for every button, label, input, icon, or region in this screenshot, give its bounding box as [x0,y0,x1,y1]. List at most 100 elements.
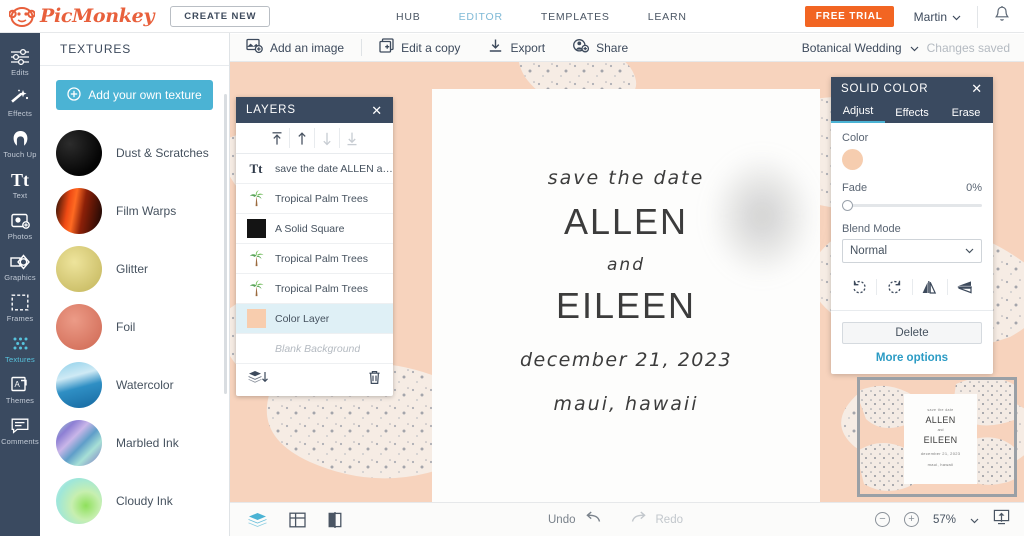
editor-toolbar: Add an image Edit a copy Export Share Bo… [230,34,1024,62]
frame-icon [11,293,29,312]
texture-item-dust-scratches[interactable]: Dust & Scratches [40,124,229,182]
sidebar-item-text[interactable]: Tt Text [0,164,40,205]
solid-color-header: SOLID COLOR ✕ [831,77,993,101]
undo-icon[interactable] [584,510,601,529]
compare-icon[interactable] [328,511,342,528]
texture-swatch [56,420,102,466]
texture-item-partial[interactable] [40,530,229,536]
face-icon [11,129,30,148]
nav-link-learn[interactable]: LEARN [648,11,687,23]
layer-row-blank-background[interactable]: Blank Background [236,334,393,364]
project-name-label[interactable]: Botanical Wedding [802,41,902,55]
arrow-to-top-icon[interactable] [265,128,290,148]
layer-row-palm-3[interactable]: Tropical Palm Trees [236,274,393,304]
user-menu[interactable]: Martin [914,10,961,24]
color-swatch-button[interactable] [842,149,863,170]
chevron-down-icon[interactable] [970,511,979,529]
texture-item-glitter[interactable]: Glitter [40,240,229,298]
sidebar-label-effects: Effects [7,109,33,118]
add-your-own-texture-button[interactable]: Add your own texture [56,80,213,110]
layer-label: Blank Background [275,342,361,355]
sidebar-item-graphics[interactable]: Graphics [0,246,40,287]
arrow-down-icon[interactable] [315,128,340,148]
grid-icon[interactable] [289,512,306,528]
sidebar-label-photos: Photos [7,232,33,241]
layer-label: A Solid Square [275,222,345,235]
more-options-link[interactable]: More options [842,352,982,364]
texture-item-film-warps[interactable]: Film Warps [40,182,229,240]
plus-circle-icon[interactable]: + [903,512,919,527]
solid-color-panel: SOLID COLOR ✕ Adjust Effects Erase Color… [831,77,993,374]
top-navigation-bar: PicMonkey CREATE NEW HUB EDITOR TEMPLATE… [0,0,1024,33]
sidebar-item-frames[interactable]: Frames [0,287,40,328]
minus-circle-icon[interactable]: − [874,512,890,527]
nav-link-hub[interactable]: HUB [396,11,421,23]
arrow-to-bottom-icon[interactable] [340,128,365,148]
texture-item-foil[interactable]: Foil [40,298,229,356]
sidebar-item-photos[interactable]: Photos [0,205,40,246]
preview-thumbnail[interactable]: save the date ALLEN and EILEEN december … [857,377,1017,497]
layer-row-palm-1[interactable]: Tropical Palm Trees [236,184,393,214]
layer-label: Tropical Palm Trees [275,252,368,265]
texture-item-watercolor[interactable]: Watercolor [40,356,229,414]
chevron-down-icon[interactable] [910,39,919,57]
arrow-up-icon[interactable] [290,128,315,148]
fit-to-screen-icon[interactable] [993,509,1010,530]
layer-row-color-layer[interactable]: Color Layer [236,304,393,334]
sidebar-item-comments[interactable]: Comments [0,410,40,451]
share-button[interactable]: Share [573,38,628,58]
bottom-bar: Undo Redo − + 57% [230,502,1024,536]
sidebar-label-textures: Textures [5,355,35,364]
solid-color-body: Color Fade 0% Blend Mode Normal Delete M… [831,123,993,374]
sidebar-item-effects[interactable]: Effects [0,82,40,123]
layers-icon[interactable] [248,512,267,528]
transform-buttons [842,274,982,300]
layer-row-solid-square[interactable]: A Solid Square [236,214,393,244]
invitation-text-block[interactable]: save the date ALLEN and EILEEN december … [432,89,820,415]
solid-color-tabs: Adjust Effects Erase [831,101,993,123]
sidebar-item-touchup[interactable]: Touch Up [0,123,40,164]
sidebar-label-touchup: Touch Up [3,150,37,159]
texture-label: Glitter [116,262,149,276]
delete-button[interactable]: Delete [842,322,982,344]
flip-vertical-icon[interactable] [948,279,982,295]
export-button[interactable]: Export [488,38,545,58]
tab-adjust[interactable]: Adjust [831,105,885,123]
add-an-image-button[interactable]: Add an image [230,38,344,58]
invite-line-save-the-date: save the date [547,167,705,189]
brand-logo[interactable]: PicMonkey [0,5,154,27]
layer-row-palm-2[interactable]: Tropical Palm Trees [236,244,393,274]
redo-label[interactable]: Redo [656,514,684,526]
texture-label: Cloudy Ink [116,494,173,508]
close-icon[interactable]: ✕ [371,104,383,117]
left-tool-rail: Edits Effects Touch Up Tt Text Photos Gr… [0,33,40,536]
sidebar-item-textures[interactable]: Textures [0,328,40,369]
text-tt-icon: Tt [249,160,263,176]
blend-mode-select[interactable]: Normal [842,239,982,263]
rotate-left-icon[interactable] [842,279,878,295]
fade-slider-knob[interactable] [842,200,853,211]
tab-erase[interactable]: Erase [939,107,993,123]
trash-icon[interactable] [368,370,381,390]
texture-item-marbled-ink[interactable]: Marbled Ink [40,414,229,472]
edit-a-copy-button[interactable]: Edit a copy [379,37,460,58]
sidebar-item-themes[interactable]: A Themes [0,369,40,410]
create-new-button[interactable]: CREATE NEW [170,5,271,27]
close-icon[interactable]: ✕ [971,81,983,97]
free-trial-button[interactable]: FREE TRIAL [804,6,894,27]
nav-link-editor[interactable]: EDITOR [459,11,503,23]
sidebar-item-edits[interactable]: Edits [0,41,40,82]
layer-row-text[interactable]: Tt save the date ALLEN an... [236,154,393,184]
layers-order-tools [236,123,393,154]
tab-effects[interactable]: Effects [885,107,939,123]
flatten-layers-icon[interactable] [248,370,268,390]
nav-link-templates[interactable]: TEMPLATES [541,11,610,23]
texture-item-cloudy-ink[interactable]: Cloudy Ink [40,472,229,530]
undo-label[interactable]: Undo [548,514,576,526]
bell-icon[interactable] [994,5,1010,28]
flip-horizontal-icon[interactable] [913,279,948,295]
rotate-right-icon[interactable] [877,279,913,295]
textures-scrollbar[interactable] [224,94,227,394]
redo-icon[interactable] [631,510,648,529]
fade-slider[interactable] [842,199,982,211]
